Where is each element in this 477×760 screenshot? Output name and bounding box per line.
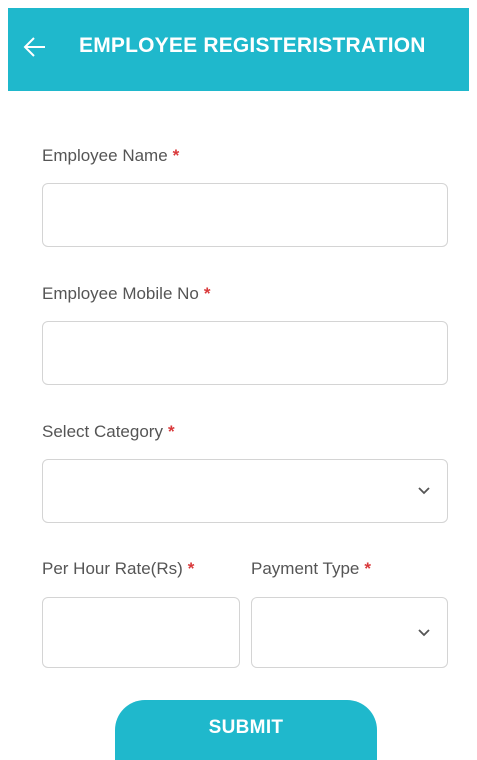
employee-name-input[interactable]	[43, 184, 447, 246]
employee-mobile-field-box	[42, 321, 448, 385]
submit-button[interactable]: SUBMIT	[115, 700, 377, 760]
required-marker: *	[167, 422, 175, 441]
employee-mobile-label-text: Employee Mobile No	[42, 284, 199, 303]
required-marker: *	[203, 284, 211, 303]
employee-mobile-label: Employee Mobile No *	[42, 284, 210, 304]
employee-name-label-text: Employee Name	[42, 146, 168, 165]
category-label: Select Category *	[42, 422, 175, 442]
payment-type-label: Payment Type *	[251, 559, 371, 579]
hour-rate-field-box	[42, 597, 240, 668]
employee-name-field-box	[42, 183, 448, 247]
required-marker: *	[187, 559, 195, 578]
employee-mobile-input[interactable]	[43, 322, 447, 384]
arrow-left-icon	[23, 37, 45, 57]
back-button[interactable]	[20, 32, 50, 62]
payment-type-dropdown[interactable]	[251, 597, 448, 668]
payment-type-label-text: Payment Type	[251, 559, 360, 578]
hour-rate-label: Per Hour Rate(Rs) *	[42, 559, 194, 579]
hour-rate-input[interactable]	[43, 598, 239, 667]
chevron-down-icon	[418, 487, 430, 495]
category-label-text: Select Category	[42, 422, 163, 441]
app-bar: EMPLOYEE REGISTERISTRATION	[8, 8, 469, 91]
employee-registration-screen: EMPLOYEE REGISTERISTRATION Employee Name…	[0, 0, 477, 760]
page-title: EMPLOYEE REGISTERISTRATION	[79, 34, 426, 57]
employee-name-label: Employee Name *	[42, 146, 179, 166]
required-marker: *	[364, 559, 371, 578]
chevron-down-icon	[418, 628, 430, 636]
required-marker: *	[172, 146, 180, 165]
category-dropdown[interactable]	[42, 459, 448, 523]
hour-rate-label-text: Per Hour Rate(Rs)	[42, 559, 183, 578]
